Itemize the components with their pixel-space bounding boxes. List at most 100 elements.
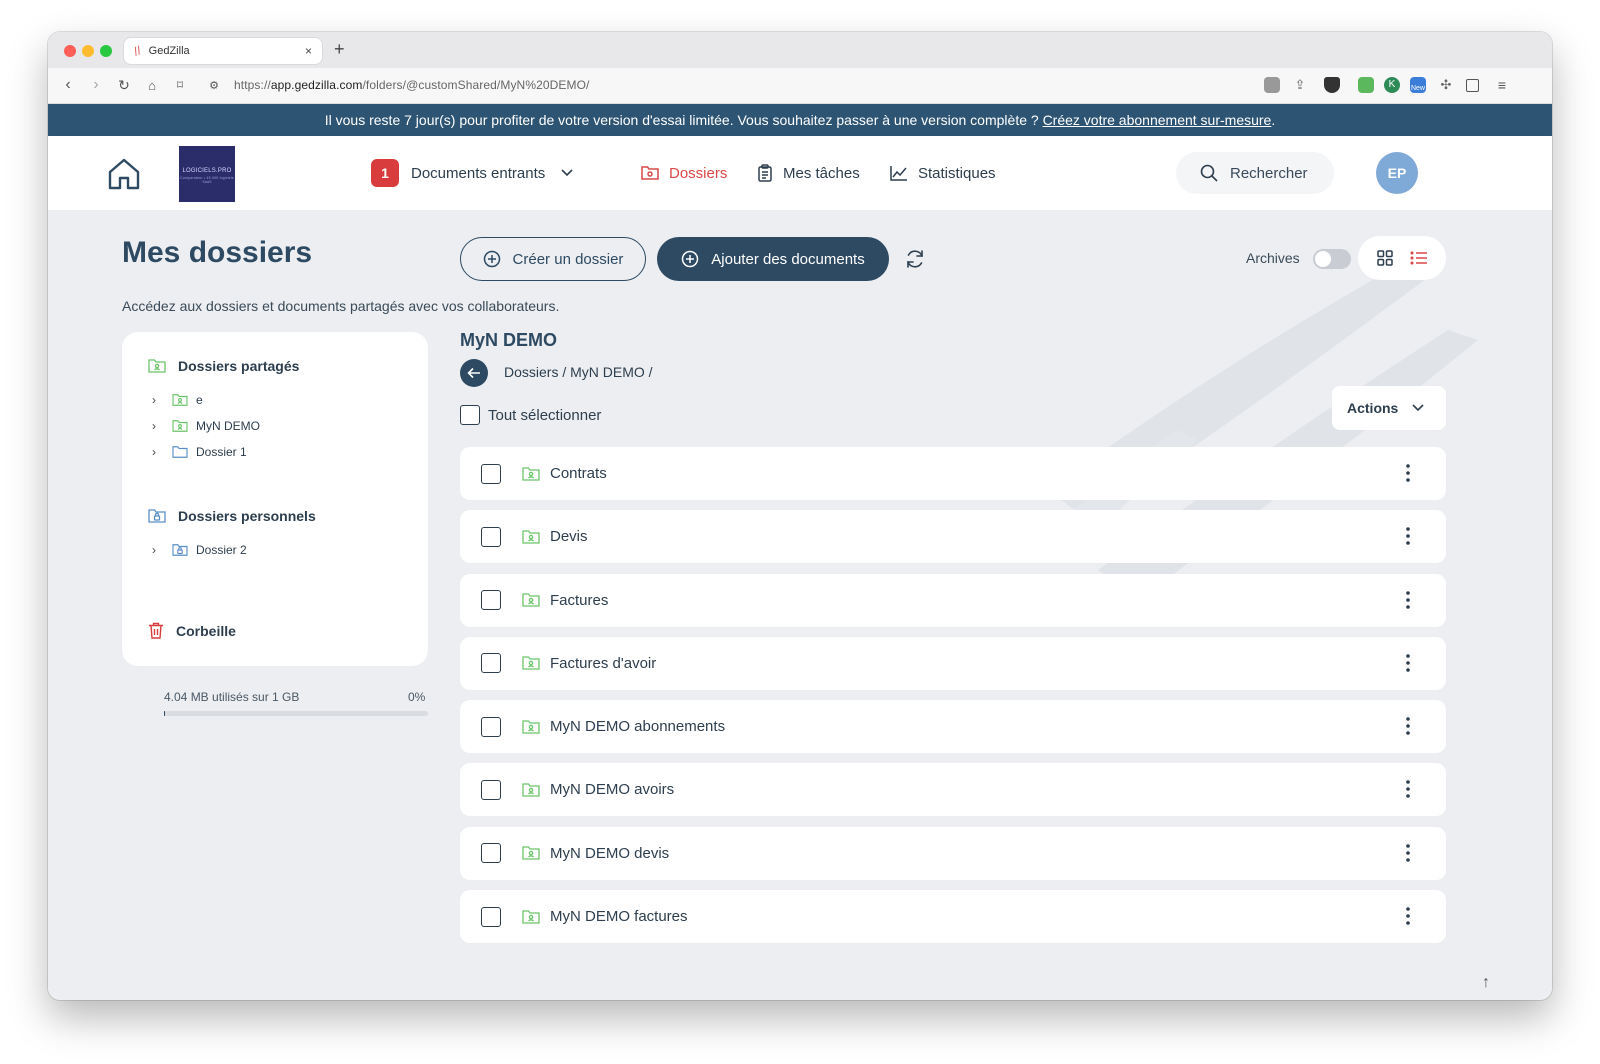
shield-icon[interactable]: [1324, 77, 1340, 93]
sidebar-folder-myn-demo[interactable]: › MyN DEMO: [152, 419, 260, 433]
list-view-icon[interactable]: [1410, 249, 1428, 267]
shared-folder-icon: [522, 720, 540, 734]
more-options-icon[interactable]: [1406, 843, 1410, 862]
actions-label: Actions: [1347, 400, 1399, 416]
folder-row[interactable]: MyN DEMO abonnements: [460, 700, 1446, 754]
add-documents-label: Ajouter des documents: [711, 250, 865, 268]
new-tab-button[interactable]: +: [334, 39, 345, 60]
puzzle-extensions-icon[interactable]: ✣: [1438, 77, 1454, 93]
search-button[interactable]: Rechercher: [1176, 152, 1334, 194]
select-all[interactable]: Tout sélectionner: [460, 405, 601, 425]
bookmark-icon[interactable]: ⌑: [170, 78, 190, 92]
back-icon[interactable]: ‹: [58, 76, 78, 94]
row-checkbox[interactable]: [481, 463, 501, 484]
trial-banner-text: Il vous reste 7 jour(s) pour profiter de…: [324, 112, 1043, 128]
sidebar-folder-dossier-2[interactable]: › Dossier 2: [152, 543, 247, 557]
personal-folders-heading[interactable]: Dossiers personnels: [148, 508, 316, 524]
folder-row[interactable]: MyN DEMO avoirs: [460, 763, 1446, 817]
browser-window: // GedZilla × + ‹ › ↻ ⌂ ⌑ ⚙ https://app.…: [48, 32, 1552, 1000]
more-options-icon[interactable]: [1406, 527, 1410, 546]
close-window-button[interactable]: [64, 45, 76, 57]
row-checkbox[interactable]: [481, 906, 501, 927]
folder-row[interactable]: MyN DEMO factures: [460, 890, 1446, 944]
row-checkbox[interactable]: [481, 526, 501, 547]
storage-usage-text: 4.04 MB utilisés sur 1 GB: [164, 690, 300, 704]
chevron-right-icon[interactable]: ›: [152, 393, 164, 407]
company-logo: LOGICIELS.PRO Comparateur • 45 000 logic…: [179, 146, 235, 202]
folder-row[interactable]: MyN DEMO devis: [460, 826, 1446, 880]
maximize-window-button[interactable]: [100, 45, 112, 57]
more-options-icon[interactable]: [1406, 907, 1410, 925]
trash-link[interactable]: Corbeille: [148, 622, 236, 639]
refresh-icon[interactable]: [904, 248, 926, 270]
user-avatar[interactable]: EP: [1376, 152, 1418, 194]
share-icon[interactable]: ⇪: [1292, 77, 1308, 93]
more-options-icon[interactable]: [1406, 780, 1410, 799]
browser-tab[interactable]: // GedZilla ×: [124, 38, 322, 64]
row-checkbox[interactable]: [481, 590, 501, 611]
shared-folder-icon: [172, 394, 188, 406]
menu-icon[interactable]: ≡: [1494, 77, 1510, 93]
more-options-icon[interactable]: [1406, 717, 1410, 735]
select-all-checkbox[interactable]: [460, 405, 480, 425]
more-options-icon[interactable]: [1406, 590, 1410, 609]
nav-incoming-documents[interactable]: 1 Documents entrants: [371, 158, 573, 188]
forward-icon[interactable]: ›: [86, 76, 106, 94]
new-extension-icon[interactable]: New: [1410, 77, 1426, 93]
minimize-window-button[interactable]: [82, 45, 94, 57]
sidebar-folder-dossier-1[interactable]: › Dossier 1: [152, 445, 247, 459]
chevron-right-icon[interactable]: ›: [152, 543, 164, 557]
shared-folders-heading[interactable]: Dossiers partagés: [148, 358, 299, 374]
reload-icon[interactable]: ↻: [114, 77, 134, 94]
folder-row[interactable]: Factures d'avoir: [460, 636, 1446, 690]
site-settings-icon[interactable]: ⚙: [204, 79, 224, 92]
page-title: Mes dossiers: [122, 236, 313, 269]
subscription-link[interactable]: Créez votre abonnement sur-mesure: [1043, 112, 1272, 128]
add-documents-button[interactable]: Ajouter des documents: [657, 237, 889, 281]
nav-tasks[interactable]: Mes tâches: [757, 158, 860, 188]
translate-extension-icon[interactable]: [1264, 77, 1280, 93]
grid-view-icon[interactable]: [1376, 249, 1394, 267]
gedzilla-favicon-icon: //: [131, 43, 143, 59]
sidebar-toggle-icon[interactable]: [1466, 79, 1479, 92]
folder-name[interactable]: MyN DEMO devis: [550, 845, 669, 862]
folder-row[interactable]: Factures: [460, 573, 1446, 627]
chevron-right-icon[interactable]: ›: [152, 419, 164, 433]
shared-folder-icon: [522, 656, 540, 671]
folder-name[interactable]: Contrats: [550, 465, 607, 482]
folder-name[interactable]: MyN DEMO factures: [550, 908, 688, 925]
row-checkbox[interactable]: [481, 779, 501, 800]
more-options-icon[interactable]: [1406, 464, 1410, 482]
row-checkbox[interactable]: [481, 716, 501, 737]
folder-name[interactable]: Devis: [550, 528, 588, 545]
scroll-to-top-icon[interactable]: ↑: [1482, 974, 1490, 992]
breadcrumb[interactable]: Dossiers / MyN DEMO /: [504, 364, 653, 380]
nav-folders[interactable]: Dossiers: [641, 158, 727, 188]
folder-name[interactable]: Factures: [550, 592, 608, 609]
home-browser-icon[interactable]: ⌂: [142, 78, 162, 93]
row-checkbox[interactable]: [481, 653, 501, 674]
folder-row[interactable]: Devis: [460, 510, 1446, 564]
more-options-icon[interactable]: [1406, 654, 1410, 672]
actions-dropdown[interactable]: Actions: [1332, 386, 1446, 430]
plus-circle-icon: [682, 250, 699, 268]
folder-name[interactable]: MyN DEMO abonnements: [550, 718, 725, 735]
close-tab-icon[interactable]: ×: [305, 44, 312, 58]
archives-toggle[interactable]: [1313, 249, 1351, 269]
folder-name[interactable]: MyN DEMO avoirs: [550, 781, 674, 798]
home-icon[interactable]: [106, 156, 142, 192]
folder-row[interactable]: Contrats: [460, 447, 1446, 500]
back-button[interactable]: [460, 359, 488, 387]
url-prefix: https://: [234, 78, 271, 92]
chevron-right-icon[interactable]: ›: [152, 445, 164, 459]
k-extension-icon[interactable]: K: [1384, 77, 1400, 93]
sidebar-folder-e[interactable]: › e: [152, 393, 203, 407]
folder-icon: [641, 166, 659, 180]
create-folder-button[interactable]: Créer un dossier: [460, 237, 646, 281]
url-text[interactable]: https://app.gedzilla.com/folders/@custom…: [234, 78, 589, 92]
shared-folder-icon: [522, 909, 540, 924]
nav-statistics[interactable]: Statistiques: [890, 158, 996, 188]
row-checkbox[interactable]: [481, 843, 501, 864]
folder-name[interactable]: Factures d'avoir: [550, 655, 656, 672]
green-extension-icon[interactable]: [1358, 77, 1374, 93]
